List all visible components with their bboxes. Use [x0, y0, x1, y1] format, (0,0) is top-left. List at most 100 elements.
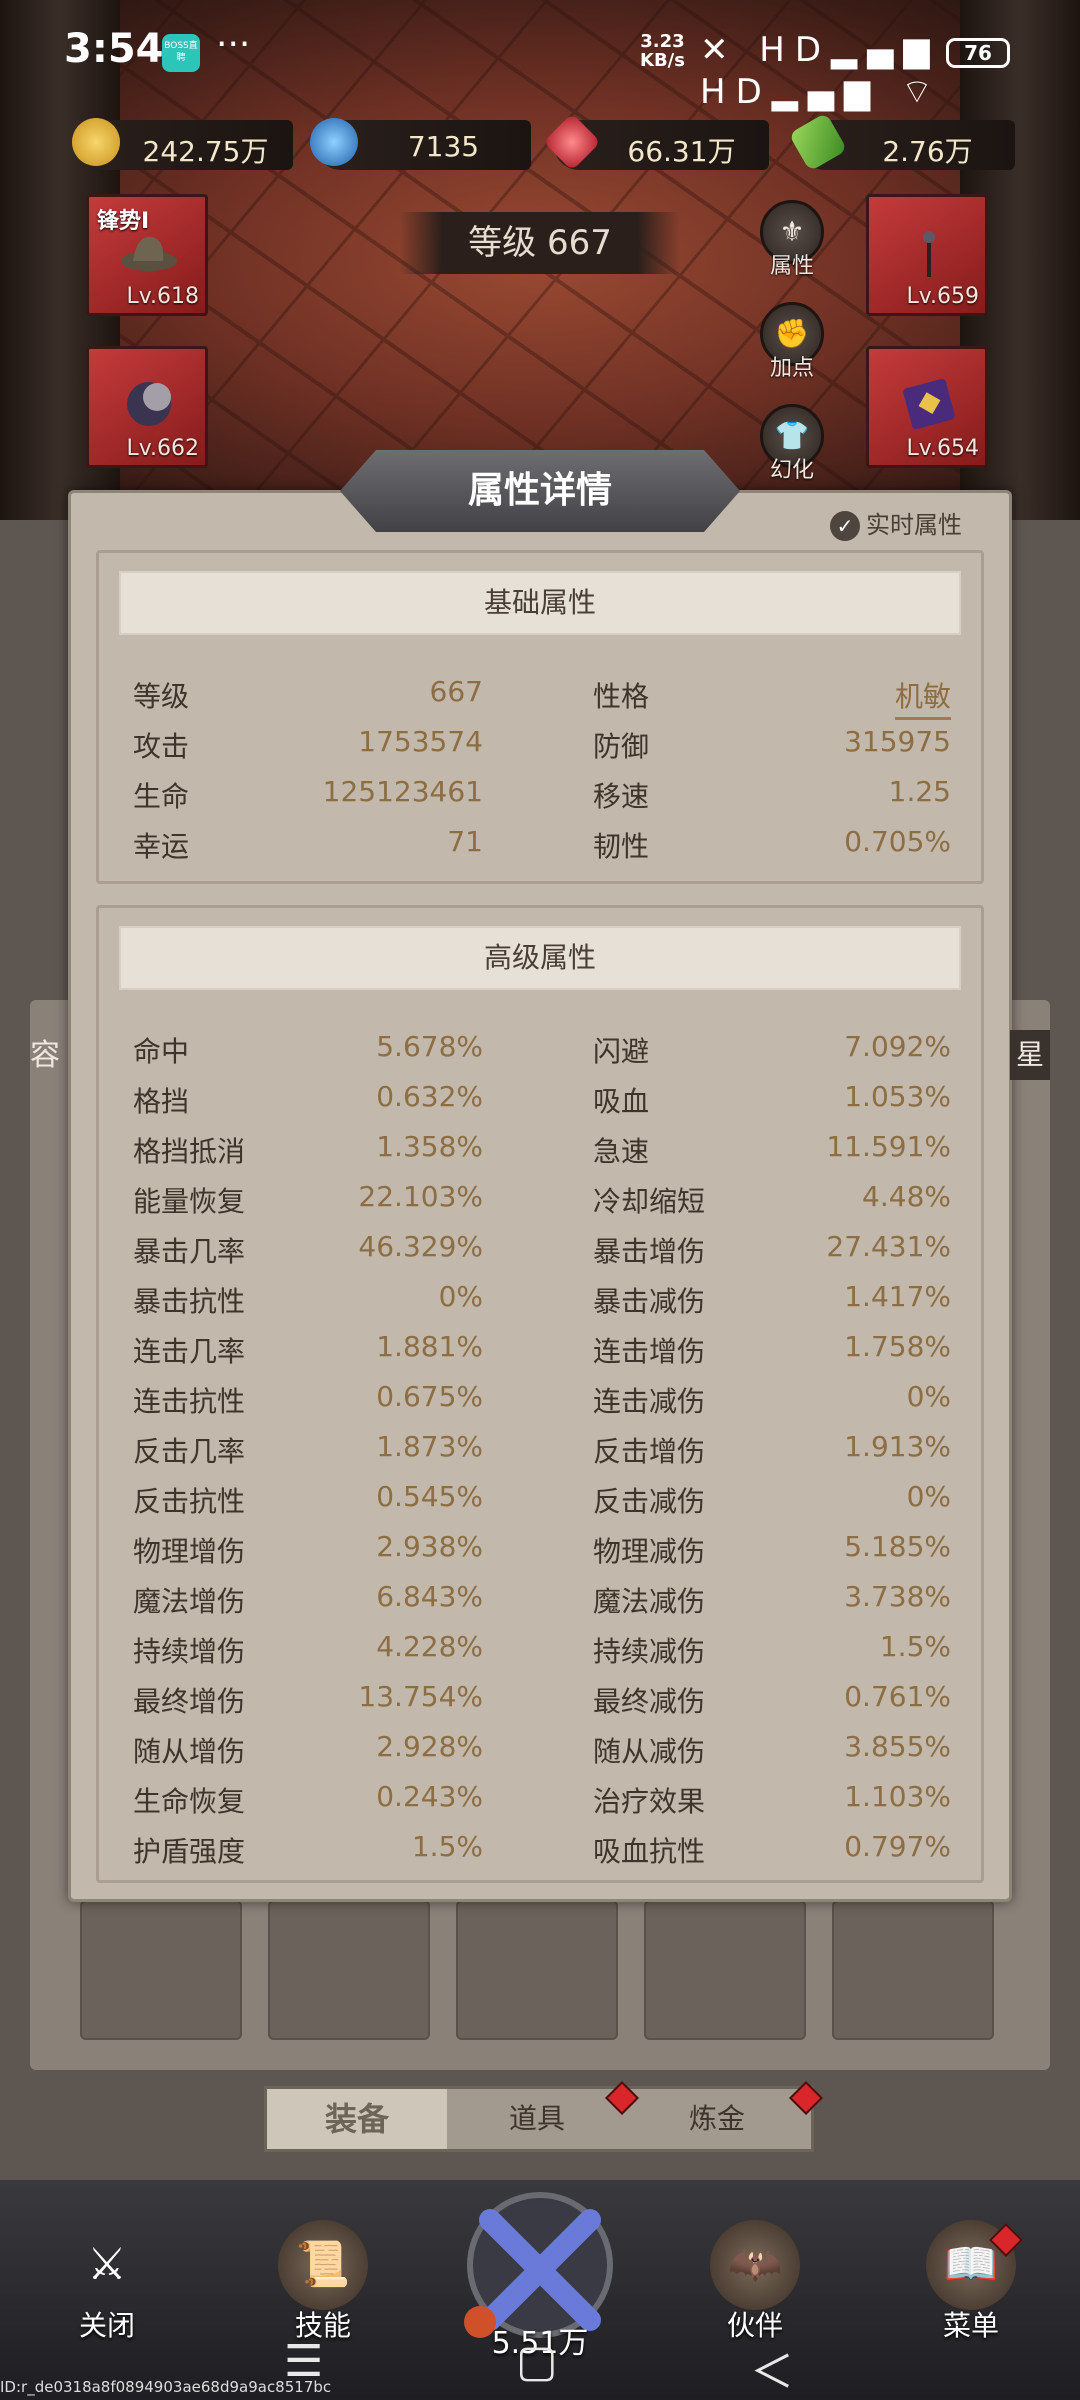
attribute-name: 持续增伤: [133, 1635, 246, 1668]
equipment-tome[interactable]: Lv.654: [866, 346, 988, 468]
inventory-slot[interactable]: [268, 1900, 430, 2040]
hat-icon: [121, 236, 177, 271]
level-label: 等级 667: [400, 212, 680, 274]
home-icon[interactable]: ▢: [516, 2336, 558, 2387]
tab-equipment[interactable]: 装备: [267, 2089, 447, 2149]
currency-cash[interactable]: 2.76万: [788, 112, 1015, 172]
attribute-value: 71: [447, 825, 483, 858]
attribute-row: 连击抗性 0.675% 连击减伤 0%: [133, 1380, 951, 1430]
menu-nav-button[interactable]: 📖 菜单: [896, 2220, 1046, 2344]
net-speed: 3.23 KB/s: [640, 31, 685, 71]
panel-title: 属性详情: [467, 470, 612, 511]
close-nav-button[interactable]: ⚔ 关闭: [32, 2220, 182, 2344]
attribute-row: 生命恢复 0.243% 治疗效果 1.103%: [133, 1780, 951, 1830]
attribute-row: 最终增伤 13.754% 最终减伤 0.761%: [133, 1680, 951, 1730]
attribute-value: 46.329%: [358, 1230, 483, 1263]
attribute-value: 2.938%: [376, 1530, 483, 1563]
dark-orb-icon: [127, 382, 171, 426]
tab-items[interactable]: 道具: [447, 2089, 627, 2149]
realtime-toggle[interactable]: ✓ 实时属性: [830, 505, 962, 541]
attribute-value: 0.797%: [844, 1830, 951, 1863]
attribute-value: 1.053%: [844, 1080, 951, 1113]
currency-red-gem[interactable]: 66.31万: [543, 113, 769, 171]
attribute-value: 1.913%: [844, 1430, 951, 1463]
gold-coin-icon: [72, 118, 120, 166]
partner-nav-button[interactable]: 🦇 伙伴: [680, 2220, 830, 2344]
attribute-name: 暴击减伤: [593, 1285, 706, 1318]
attribute-value: 0.705%: [844, 825, 951, 858]
attribute-name: 闪避: [593, 1035, 650, 1068]
attribute-row: 反击抗性 0.545% 反击减伤 0%: [133, 1480, 951, 1530]
tab-alchemy[interactable]: 炼金: [627, 2089, 807, 2149]
attribute-name: 反击减伤: [593, 1485, 706, 1518]
attribute-value: 315975: [844, 725, 951, 758]
attribute-value: 0%: [438, 1280, 483, 1313]
attribute-name: 攻击: [133, 730, 190, 763]
attribute-row: 生命 125123461 移速 1.25: [133, 775, 951, 825]
attribute-value: 0.243%: [376, 1780, 483, 1813]
attribute-name: 防御: [593, 730, 650, 763]
transmog-button[interactable]: 👕 幻化: [752, 404, 832, 484]
equipment-hat[interactable]: 锋势I Lv.618: [86, 194, 208, 316]
attribute-row: 攻击 1753574 防御 315975: [133, 725, 951, 775]
status-bar: 3:54 BOSS直聘 ··· 3.23 KB/s ✕ HD▂▄▆ HD▂▄▆ ⌔…: [0, 0, 1080, 112]
attribute-value: 0%: [906, 1480, 951, 1513]
attribute-name: 格挡: [133, 1085, 190, 1118]
attribute-name: 最终增伤: [133, 1685, 246, 1718]
attribute-name: 护盾强度: [133, 1835, 246, 1868]
attribute-value: 0%: [906, 1380, 951, 1413]
attribute-value: 4.228%: [376, 1630, 483, 1663]
attribute-name: 吸血: [593, 1085, 650, 1118]
basic-attributes-section: 基础属性 等级 667 性格 机敏 攻击 1753574 防御 315975 生命 1251234…: [96, 550, 984, 884]
more-notifications-icon: ···: [216, 24, 251, 65]
equipment-orb[interactable]: Lv.662: [86, 346, 208, 468]
attribute-name: 吸血抗性: [593, 1835, 706, 1868]
attribute-value: 1.25: [888, 775, 951, 808]
skills-nav-button[interactable]: 📜 技能: [248, 2220, 398, 2344]
attribute-value: 3.855%: [844, 1730, 951, 1763]
advanced-attributes-header: 高级属性: [119, 926, 961, 990]
attribute-row: 等级 667 性格 机敏: [133, 675, 951, 725]
attribute-name: 生命恢复: [133, 1785, 246, 1818]
user-id-text: ID:r_de0318a8f0894903ae68d9a9ac8517bc: [0, 2378, 332, 2396]
attribute-row: 幸运 71 韧性 0.705%: [133, 825, 951, 875]
attribute-name: 暴击增伤: [593, 1235, 706, 1268]
attribute-value: 0.675%: [376, 1380, 483, 1413]
boss-app-icon: BOSS直聘: [162, 34, 200, 72]
attribute-row: 物理增伤 2.938% 物理减伤 5.185%: [133, 1530, 951, 1580]
inventory-slot[interactable]: [456, 1900, 618, 2040]
attribute-row: 随从增伤 2.928% 随从减伤 3.855%: [133, 1730, 951, 1780]
inventory-tabs: 装备 道具 炼金: [264, 2086, 814, 2152]
attribute-value: 1.873%: [376, 1430, 483, 1463]
crossed-tools-icon: ⚔: [87, 2239, 127, 2290]
currency-gold[interactable]: 242.75万: [72, 118, 293, 170]
add-points-button[interactable]: ✊ 加点: [752, 302, 832, 382]
attribute-row: 魔法增伤 6.843% 魔法减伤 3.738%: [133, 1580, 951, 1630]
attribute-name: 韧性: [593, 830, 650, 863]
attribute-name: 命中: [133, 1035, 190, 1068]
attribute-name: 魔法减伤: [593, 1585, 706, 1618]
attribute-row: 暴击几率 46.329% 暴击增伤 27.431%: [133, 1230, 951, 1280]
attribute-name: 最终减伤: [593, 1685, 706, 1718]
attribute-name: 治疗效果: [593, 1785, 706, 1818]
attribute-name: 生命: [133, 780, 190, 813]
blue-orb-icon: [310, 118, 358, 166]
inventory-slot[interactable]: [80, 1900, 242, 2040]
attribute-value: 22.103%: [358, 1180, 483, 1213]
inventory-slot[interactable]: [832, 1900, 994, 2040]
attribute-value: 7.092%: [844, 1030, 951, 1063]
attribute-name: 暴击几率: [133, 1235, 246, 1268]
attribute-value: 125123461: [322, 775, 483, 808]
battery-icon: 76: [946, 38, 1010, 68]
currency-blue-gem[interactable]: 7135: [310, 118, 531, 170]
attribute-name: 反击增伤: [593, 1435, 706, 1468]
attribute-value: 4.48%: [862, 1180, 951, 1213]
equipment-staff[interactable]: Lv.659: [866, 194, 988, 316]
attribute-name: 连击减伤: [593, 1385, 706, 1418]
attribute-name: 随从减伤: [593, 1735, 706, 1768]
side-fragment-right[interactable]: 星: [1010, 1030, 1050, 1080]
attributes-button[interactable]: ⚜ 属性: [752, 200, 832, 280]
back-icon[interactable]: ＜: [750, 2336, 794, 2400]
inventory-slot[interactable]: [644, 1900, 806, 2040]
attribute-name: 魔法增伤: [133, 1585, 246, 1618]
